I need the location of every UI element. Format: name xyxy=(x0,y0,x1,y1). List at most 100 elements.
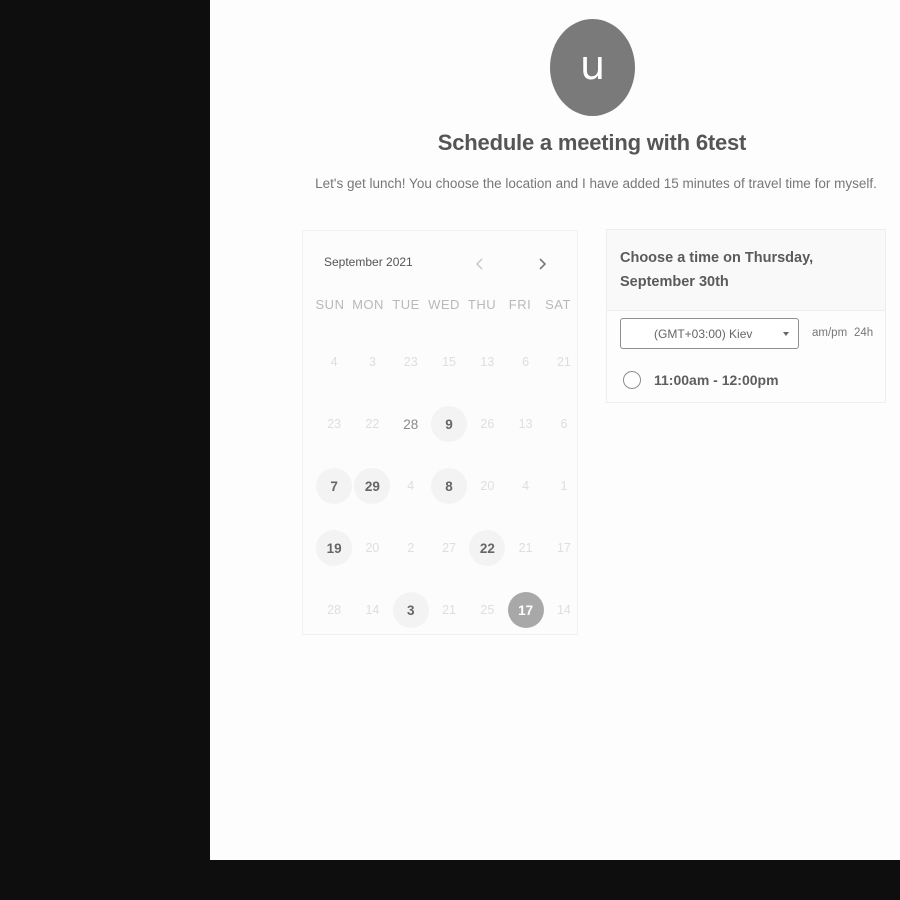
calendar-day: 14 xyxy=(353,579,391,641)
calendar-day-number: 2 xyxy=(407,541,415,555)
weekday-label: TUE xyxy=(392,297,420,312)
calendar-day-number: 28 xyxy=(403,416,419,432)
calendar-day: 14 xyxy=(545,579,583,641)
calendar-day: 4 xyxy=(392,455,430,517)
calendar-day-number: 25 xyxy=(480,603,495,617)
calendar-day-number: 7 xyxy=(316,468,353,504)
format-24h-toggle[interactable]: 24h xyxy=(854,327,873,339)
calendar-day-number: 14 xyxy=(556,603,571,617)
weekday-label: WED xyxy=(428,297,460,312)
calendar-day-number: 21 xyxy=(442,603,456,617)
calendar-day[interactable]: 19 xyxy=(315,517,353,579)
calendar-day-number: 22 xyxy=(365,417,380,431)
calendar-day: 3 xyxy=(353,331,391,393)
calendar-day-number: 6 xyxy=(522,355,530,369)
time-slot-option[interactable]: 11:00am - 12:00pm xyxy=(623,368,779,392)
screen: u Schedule a meeting with 6test Let's ge… xyxy=(0,0,900,900)
calendar-day[interactable]: 3 xyxy=(392,579,430,641)
calendar-day-number: 13 xyxy=(518,417,533,431)
time-slot-panel: Choose a time on Thursday, September 30t… xyxy=(606,229,886,403)
time-slot-label: 11:00am - 12:00pm xyxy=(654,372,779,388)
calendar-day: 6 xyxy=(545,393,583,455)
calendar-day: 26 xyxy=(468,393,506,455)
calendar-day-number: 14 xyxy=(365,603,380,617)
next-month-button[interactable] xyxy=(531,253,553,275)
calendar-day[interactable]: 7 xyxy=(315,455,353,517)
weekday-label: THU xyxy=(467,297,497,312)
calendar-day: 21 xyxy=(506,517,544,579)
calendar-day: 28 xyxy=(392,393,430,455)
calendar-day-number: 3 xyxy=(392,592,429,628)
calendar-day-number: 8 xyxy=(431,468,468,504)
calendar-day-number: 9 xyxy=(431,406,468,442)
timezone-value: (GMT+03:00) Kiev xyxy=(654,327,753,341)
format-ampm-toggle[interactable]: am/pm xyxy=(812,327,847,339)
calendar-day-number: 17 xyxy=(556,541,571,555)
calendar-day: 20 xyxy=(353,517,391,579)
calendar-day: 13 xyxy=(468,331,506,393)
calendar-day: 25 xyxy=(468,579,506,641)
calendar-day: 15 xyxy=(430,331,468,393)
calendar-day-number: 4 xyxy=(407,479,415,493)
host-avatar: u xyxy=(550,19,635,116)
calendar-day: 21 xyxy=(430,579,468,641)
calendar-day: 13 xyxy=(506,393,544,455)
avatar-initial: u xyxy=(579,42,606,89)
calendar-day: 22 xyxy=(353,393,391,455)
calendar-day-number: 23 xyxy=(327,417,342,431)
calendar-day-number: 23 xyxy=(403,355,418,369)
calendar-day-number: 15 xyxy=(442,355,456,369)
calendar-day-number: 3 xyxy=(368,355,376,369)
day-grid: 4 3 23 15 13 6 21 23 22 28 9 26 13 6 7 29 4 8 20 4 1 19 20 2 27 2… xyxy=(315,331,581,641)
chevron-right-icon xyxy=(539,258,547,270)
weekday-label: SAT xyxy=(545,297,571,312)
calendar-day: 28 xyxy=(315,579,353,641)
calendar-day[interactable]: 8 xyxy=(430,455,468,517)
calendar-day: 1 xyxy=(545,455,583,517)
calendar-day-number: 13 xyxy=(480,355,495,369)
calendar-day-number: 21 xyxy=(556,355,571,369)
weekday-label: SUN xyxy=(315,297,345,312)
calendar-day-number: 21 xyxy=(518,541,533,555)
calendar-day-number: 29 xyxy=(354,468,391,504)
calendar-day: 6 xyxy=(506,331,544,393)
calendar-day: 4 xyxy=(315,331,353,393)
month-label: September 2021 xyxy=(324,255,413,269)
timezone-select[interactable]: (GMT+03:00) Kiev xyxy=(620,318,799,349)
calendar-day-number: 19 xyxy=(316,530,353,566)
calendar-day[interactable]: 29 xyxy=(353,455,391,517)
calendar-day-number: 26 xyxy=(480,417,495,431)
calendar-day: 21 xyxy=(545,331,583,393)
calendar-day: 27 xyxy=(430,517,468,579)
weekday-label: FRI xyxy=(508,297,532,312)
calendar-day: 17 xyxy=(545,517,583,579)
calendar-day[interactable]: 9 xyxy=(430,393,468,455)
date-picker-calendar: September 2021 SUN MON TUE WED THU FRI SAT 432… xyxy=(302,230,578,635)
calendar-day-number: 4 xyxy=(522,479,530,493)
caret-down-icon xyxy=(783,332,789,336)
calendar-day: 4 xyxy=(506,455,544,517)
calendar-day-number: 4 xyxy=(330,355,338,369)
scheduling-page: u Schedule a meeting with 6test Let's ge… xyxy=(210,0,900,860)
calendar-day[interactable]: 22 xyxy=(468,517,506,579)
weekday-header: SUN MON TUE WED THU FRI SAT xyxy=(311,297,577,312)
radio-circle-icon[interactable] xyxy=(623,371,641,389)
calendar-day-number: 1 xyxy=(560,479,568,493)
previous-month-button[interactable] xyxy=(469,253,491,275)
chevron-left-icon xyxy=(475,258,483,270)
calendar-day-number: 20 xyxy=(365,541,380,555)
time-panel-header: Choose a time on Thursday, September 30t… xyxy=(607,230,885,311)
calendar-day-number: 6 xyxy=(560,417,568,431)
calendar-day: 20 xyxy=(468,455,506,517)
calendar-day: 23 xyxy=(392,331,430,393)
calendar-day-selected[interactable]: 17 xyxy=(506,579,544,641)
calendar-day: 23 xyxy=(315,393,353,455)
weekday-label: MON xyxy=(352,297,384,312)
meeting-description: Let's get lunch! You choose the location… xyxy=(315,176,877,191)
page-title: Schedule a meeting with 6test xyxy=(437,130,747,155)
calendar-day-number: 17 xyxy=(507,592,544,628)
calendar-day: 2 xyxy=(392,517,430,579)
calendar-day-number: 27 xyxy=(442,541,456,555)
calendar-day-number: 22 xyxy=(469,530,506,566)
calendar-day-number: 20 xyxy=(480,479,495,493)
